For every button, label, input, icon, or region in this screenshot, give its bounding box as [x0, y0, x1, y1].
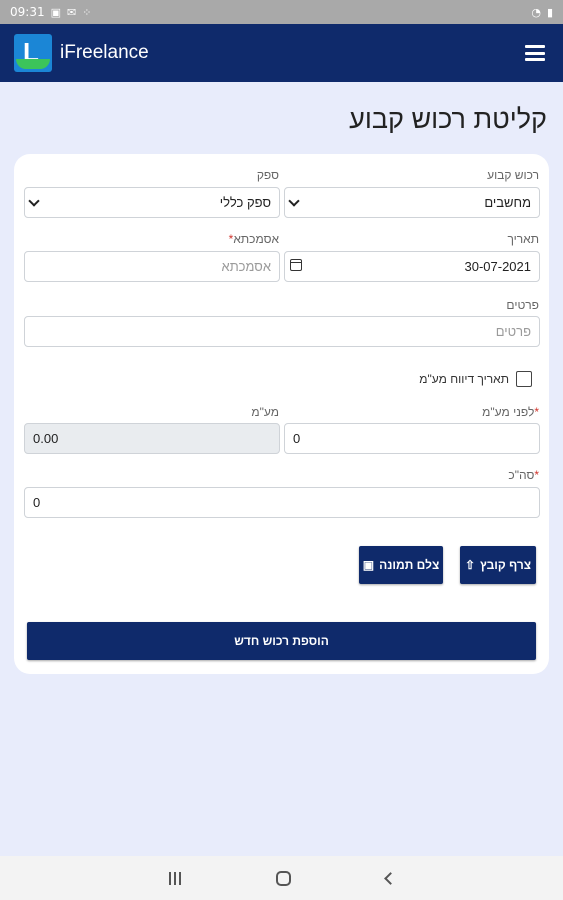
logo-leaf — [16, 59, 50, 69]
chevron-down-icon — [288, 195, 300, 207]
details-input[interactable]: פרטים — [24, 316, 540, 347]
back-icon[interactable] — [383, 871, 397, 885]
total-input[interactable]: 0 — [24, 487, 540, 518]
vat-report-date-label: תאריך דיווח מע"מ — [419, 372, 509, 386]
status-time: 09:31 — [10, 5, 45, 19]
home-icon[interactable] — [275, 870, 291, 886]
upload-icon: ⇧ — [464, 558, 475, 572]
reference-placeholder: אסמכתא — [221, 259, 271, 274]
brand: L iFreelance — [14, 34, 149, 72]
calendar-icon[interactable] — [290, 259, 302, 271]
fixed-asset-label: רכוש קבוע — [487, 168, 539, 182]
status-bar: 09:31 ▣ ✉ ⁘ ◔ ▮ — [0, 0, 563, 24]
add-asset-button[interactable]: הוספת רכוש חדש — [27, 622, 536, 660]
fixed-asset-value: מחשבים — [484, 195, 531, 210]
grid-icon: ⁘ — [82, 5, 92, 19]
vat-value: 0.00 — [33, 431, 59, 446]
details-placeholder: פרטים — [495, 324, 531, 339]
total-label: *סה"כ — [508, 468, 539, 482]
image-icon: ▣ — [50, 5, 61, 19]
form-card: רכוש קבוע ספק מחשבים ספק כללי תאריך אסמכ… — [14, 154, 549, 674]
supplier-select[interactable]: ספק כללי — [24, 187, 280, 218]
before-vat-value: 0 — [293, 431, 301, 446]
battery-icon: ▮ — [546, 5, 553, 19]
camera-icon: ▣ — [362, 558, 375, 572]
date-input[interactable]: 30-07-2021 — [284, 251, 540, 282]
add-asset-label: הוספת רכוש חדש — [234, 634, 329, 648]
mail-icon: ✉ — [67, 5, 77, 19]
vat-input: 0.00 — [24, 423, 280, 454]
hamburger-menu-icon[interactable] — [525, 45, 545, 61]
fixed-asset-select[interactable]: מחשבים — [284, 187, 540, 218]
nav-bar — [0, 856, 563, 900]
vat-label: מע"מ — [251, 405, 279, 419]
date-value: 30-07-2021 — [464, 259, 532, 274]
attach-file-button[interactable]: צרף קובץ ⇧ — [460, 546, 536, 584]
required-mark: * — [534, 405, 539, 419]
supplier-label: ספק — [256, 168, 279, 182]
details-label: פרטים — [506, 298, 539, 312]
recent-apps-icon[interactable] — [168, 871, 181, 885]
date-label: תאריך — [507, 232, 539, 246]
take-photo-button[interactable]: צלם תמונה ▣ — [359, 546, 443, 584]
app-logo: L — [14, 34, 52, 72]
chevron-down-icon — [28, 195, 40, 207]
take-photo-label: צלם תמונה — [379, 558, 440, 572]
before-vat-input[interactable]: 0 — [284, 423, 540, 454]
attach-file-label: צרף קובץ — [480, 558, 532, 572]
page-title: קליטת רכוש קבוע — [349, 104, 547, 134]
app-bar: L iFreelance — [0, 24, 563, 82]
reference-input[interactable]: אסמכתא — [24, 251, 280, 282]
required-mark: * — [534, 468, 539, 482]
before-vat-label: *לפני מע"מ — [482, 405, 539, 419]
total-value: 0 — [33, 495, 41, 510]
wifi-icon: ◔ — [531, 5, 541, 19]
vat-report-date-checkbox[interactable] — [516, 371, 532, 387]
supplier-value: ספק כללי — [219, 195, 271, 210]
reference-label: אסמכתא* — [228, 232, 279, 246]
app-title: iFreelance — [60, 42, 149, 63]
